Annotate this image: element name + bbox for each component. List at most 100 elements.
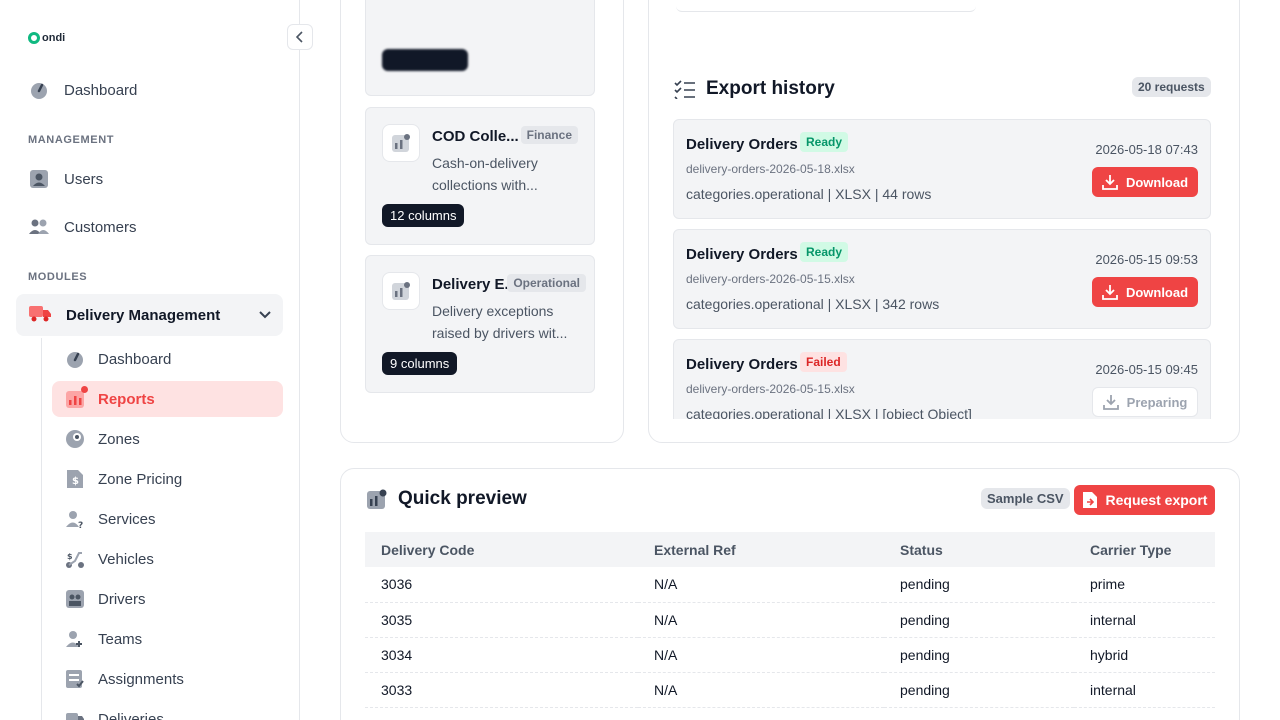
sidebar-subitem-label: Vehicles — [98, 550, 154, 568]
export-date: 2026-05-15 09:45 — [1095, 362, 1198, 377]
sidebar: ondi Dashboard MANAGEMENT Users Customer… — [0, 0, 300, 720]
status-badge: Ready — [800, 132, 849, 152]
sidebar-subitem-assignments[interactable]: Assignments — [52, 661, 283, 697]
export-meta: categories.operational | XLSX | 44 rows — [686, 186, 932, 202]
export-history-header: Export history — [674, 78, 835, 100]
export-filename: delivery-orders-2026-05-18.xlsx — [686, 162, 855, 176]
preparing-label: Preparing — [1126, 394, 1188, 410]
table-row[interactable]: 3036 N/A pending prime — [365, 567, 1215, 603]
sidebar-item-customers[interactable]: Customers — [28, 216, 137, 238]
gauge-icon — [64, 348, 86, 370]
collapse-sidebar-button[interactable] — [287, 24, 313, 50]
export-list[interactable]: Delivery Orders Ready delivery-orders-20… — [673, 119, 1213, 419]
sidebar-subitem-label: Zones — [98, 430, 140, 448]
scooter-icon: $ — [64, 548, 86, 570]
column-header[interactable]: External Ref — [638, 532, 884, 567]
template-category-badge: Operational — [507, 274, 586, 292]
sidebar-subitem-zones[interactable]: Zones — [52, 421, 283, 457]
request-export-label: Request export — [1105, 492, 1208, 508]
sidebar-subitem-label: Deliveries — [98, 710, 164, 720]
notification-dot — [81, 386, 88, 393]
export-item: Delivery Orders Ready delivery-orders-20… — [673, 119, 1211, 219]
sidebar-subitem-reports[interactable]: Reports — [52, 381, 283, 417]
table-cell: 3036 — [365, 567, 638, 603]
table-cell: 3033 — [365, 672, 638, 708]
download-label: Download — [1125, 174, 1189, 190]
sidebar-subitem-dashboard[interactable]: Dashboard — [52, 341, 283, 377]
previous-section-edge — [676, 0, 976, 12]
table-cell: pending — [884, 672, 1074, 708]
template-columns-pill: 9 columns — [382, 352, 458, 375]
export-date: 2026-05-18 07:43 — [1095, 142, 1198, 157]
sidebar-subitem-deliveries[interactable]: Deliveries — [52, 701, 283, 720]
template-card-partial[interactable] — [365, 0, 595, 96]
export-filename: delivery-orders-2026-05-15.xlsx — [686, 272, 855, 286]
sidebar-subitem-teams[interactable]: Teams — [52, 621, 283, 657]
template-columns-pill: 12 columns — [382, 204, 465, 227]
table-cell: 3035 — [365, 602, 638, 638]
table-cell: N/A — [638, 637, 884, 673]
sample-csv-button[interactable]: Sample CSV — [981, 488, 1070, 509]
sidebar-item-label: Customers — [64, 218, 137, 236]
sidebar-subitem-label: Dashboard — [98, 350, 172, 368]
sidebar-subitem-vehicles[interactable]: $ Vehicles — [52, 541, 283, 577]
sidebar-item-dashboard[interactable]: Dashboard — [28, 79, 137, 101]
sidebar-group-delivery-management[interactable]: Delivery Management — [16, 294, 283, 336]
export-name: Delivery Orders — [686, 356, 798, 373]
table-row[interactable]: 3033 N/A pending internal — [365, 672, 1215, 708]
sidebar-item-label: Dashboard — [64, 81, 138, 99]
status-badge: Ready — [800, 242, 849, 262]
sidebar-subitem-drivers[interactable]: Drivers — [52, 581, 283, 617]
table-cell: hybrid — [1074, 637, 1215, 673]
table-cell: N/A — [638, 567, 884, 603]
file-export-icon — [1082, 492, 1097, 508]
template-category-badge: Finance — [520, 126, 578, 144]
deliveries-icon — [64, 708, 86, 720]
table-cell: N/A — [638, 602, 884, 638]
sidebar-subitem-zone-pricing[interactable]: $ Zone Pricing — [52, 461, 283, 497]
requests-count-badge: 20 requests — [1132, 77, 1211, 97]
template-description: Delivery exceptions raised by drivers wi… — [432, 303, 568, 341]
sidebar-subitem-label: Services — [98, 510, 156, 528]
table-row[interactable]: 3035 N/A pending internal — [365, 602, 1215, 638]
drivers-icon — [64, 588, 86, 610]
column-header[interactable]: Delivery Code — [365, 532, 638, 567]
price-icon: $ — [64, 468, 86, 490]
chevron-left-icon — [296, 31, 303, 43]
download-button[interactable]: Download — [1092, 277, 1198, 307]
export-name: Delivery Orders — [686, 136, 798, 153]
status-badge: Failed — [800, 352, 847, 372]
download-icon — [1102, 285, 1118, 300]
user-icon — [28, 168, 50, 190]
export-filename: delivery-orders-2026-05-15.xlsx — [686, 382, 855, 396]
assignments-icon — [64, 668, 86, 690]
sidebar-subitem-label: Zone Pricing — [98, 470, 183, 488]
teams-icon — [64, 628, 86, 650]
template-description: Cash-on-delivery collections with... — [432, 155, 538, 193]
template-card[interactable]: COD Colle... Finance Cash-on-delivery co… — [365, 107, 595, 245]
tree-line — [41, 338, 42, 720]
chart-icon — [64, 386, 88, 410]
table-row[interactable]: 3034 N/A pending hybrid — [365, 637, 1215, 673]
sidebar-item-users[interactable]: Users — [28, 168, 103, 190]
sidebar-subitem-label: Drivers — [98, 590, 146, 608]
chevron-down-icon — [259, 308, 271, 322]
table-cell: internal — [1074, 672, 1215, 708]
export-name: Delivery Orders — [686, 246, 798, 263]
download-button[interactable]: Download — [1092, 167, 1198, 197]
request-export-button[interactable]: Request export — [1074, 485, 1215, 515]
export-meta: categories.operational | XLSX | [object … — [686, 406, 972, 419]
sidebar-subitem-services[interactable]: ? Services — [52, 501, 283, 537]
brand-logo[interactable]: ondi — [28, 32, 65, 44]
table-cell: pending — [884, 602, 1074, 638]
template-card[interactable]: Delivery E... Operational Delivery excep… — [365, 255, 595, 393]
svg-text:$: $ — [67, 552, 73, 561]
svg-text:?: ? — [78, 521, 83, 529]
logo-text: ondi — [42, 32, 66, 44]
column-header[interactable]: Carrier Type — [1074, 532, 1215, 567]
chart-icon — [382, 124, 420, 162]
table-cell: 3034 — [365, 637, 638, 673]
column-header[interactable]: Status — [884, 532, 1074, 567]
sidebar-subitem-label: Assignments — [98, 670, 184, 688]
preparing-button[interactable]: Preparing — [1092, 387, 1198, 417]
